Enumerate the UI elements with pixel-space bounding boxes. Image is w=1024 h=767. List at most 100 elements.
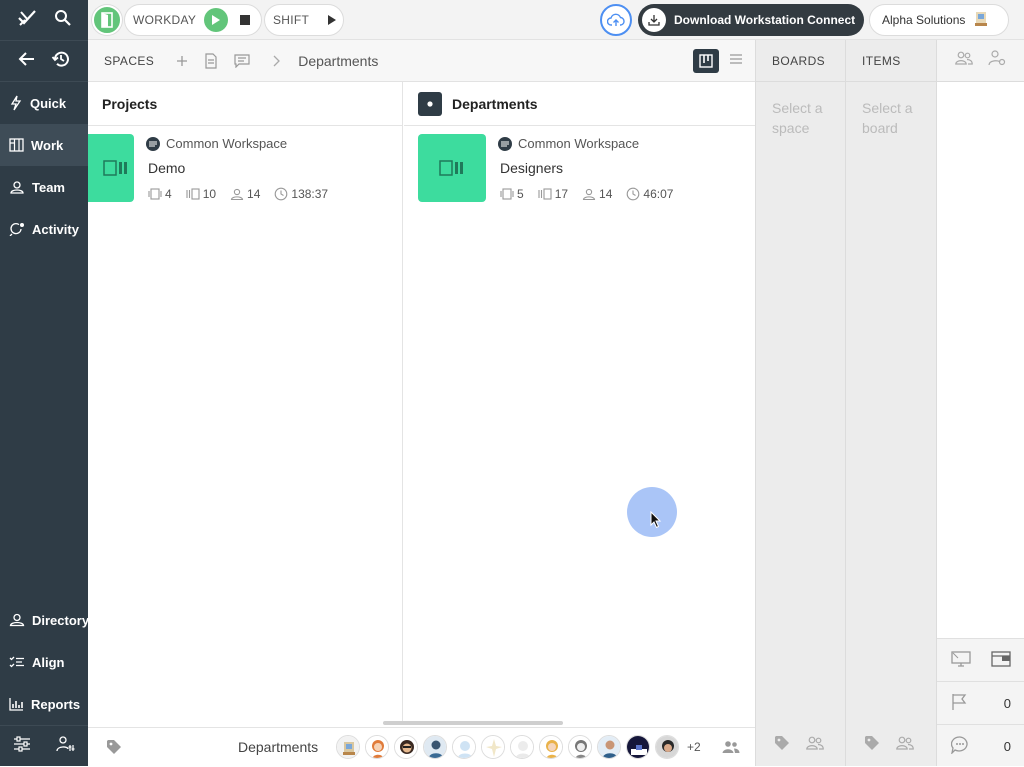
sidebar-item-reports[interactable]: Reports xyxy=(0,683,88,725)
tag-icon[interactable] xyxy=(106,739,122,755)
sidebar-item-label: Activity xyxy=(32,221,79,237)
space-card[interactable]: Common Workspace Demo 4 10 14 138:37 xyxy=(88,126,402,202)
stat-value: 17 xyxy=(554,187,569,201)
sidebar-item-team[interactable]: Team xyxy=(0,166,88,208)
clock-icon xyxy=(275,187,288,201)
right-panel: 0 0 xyxy=(936,40,1024,766)
avatar[interactable] xyxy=(597,735,621,759)
document-icon[interactable] xyxy=(204,52,218,69)
members-icon[interactable] xyxy=(896,736,914,755)
horizontal-scrollbar[interactable] xyxy=(383,721,563,725)
cloud-upload-icon xyxy=(607,13,625,26)
workday-label: WORKDAY xyxy=(133,13,197,27)
member-avatars[interactable] xyxy=(336,735,679,759)
space-name: Designers xyxy=(500,160,564,176)
kanban-icon xyxy=(699,54,713,68)
assign-user-icon[interactable] xyxy=(954,51,973,70)
comments-row[interactable]: 0 xyxy=(937,724,1024,767)
stat-members: 14 xyxy=(230,187,260,201)
user-settings-icon[interactable] xyxy=(988,50,1006,71)
avatar[interactable] xyxy=(539,735,563,759)
space-stats: 4 10 14 138:37 xyxy=(148,187,328,201)
sidebar-item-label: Team xyxy=(32,179,65,195)
shift-label: SHIFT xyxy=(273,13,310,27)
comment-count: 0 xyxy=(1003,738,1011,754)
avatar[interactable] xyxy=(394,735,418,759)
tag-icon[interactable] xyxy=(774,735,790,756)
board-view-button[interactable] xyxy=(693,49,719,73)
download-icon xyxy=(642,8,666,32)
cloud-sync-button[interactable] xyxy=(600,4,632,36)
members-icon[interactable] xyxy=(806,736,824,755)
avatar[interactable] xyxy=(423,735,447,759)
column-title: Projects xyxy=(102,95,158,112)
space-thumbnail xyxy=(88,134,134,202)
window-icon[interactable] xyxy=(991,650,1011,670)
clock-icon xyxy=(627,187,640,201)
list-view-icon[interactable] xyxy=(729,53,743,68)
workspace-name: Common Workspace xyxy=(518,136,640,151)
items-icon xyxy=(186,188,200,200)
history-icon[interactable] xyxy=(51,49,71,74)
sidebar-item-directory[interactable]: Directory xyxy=(0,599,89,641)
sidebar-top xyxy=(0,0,88,40)
sidebar-item-work[interactable]: Work xyxy=(0,124,88,166)
door-icon xyxy=(101,12,113,28)
sliders-icon[interactable] xyxy=(12,735,32,758)
bolt-icon xyxy=(10,95,22,111)
avatar[interactable] xyxy=(655,735,679,759)
directory-icon xyxy=(9,613,25,627)
mouse-cursor-icon xyxy=(650,511,662,529)
shift-play-button[interactable] xyxy=(327,14,337,26)
download-workstation-connect-button[interactable]: Download Workstation Connect xyxy=(638,4,864,36)
sidebar-item-quick[interactable]: Quick xyxy=(0,82,88,124)
comment-icon xyxy=(950,735,969,757)
organization-switcher[interactable]: Alpha Solutions xyxy=(869,4,1009,36)
avatar[interactable] xyxy=(365,735,389,759)
stop-icon xyxy=(240,15,251,25)
comment-icon[interactable] xyxy=(234,53,250,68)
more-members-count[interactable]: +2 xyxy=(687,740,701,754)
stat-time: 46:07 xyxy=(626,187,673,201)
workspace-icon xyxy=(146,136,160,151)
shift-control: SHIFT xyxy=(264,4,344,36)
spaces-label: SPACES xyxy=(104,53,155,68)
members-icon[interactable] xyxy=(722,740,740,754)
flags-row[interactable]: 0 xyxy=(937,681,1024,724)
space-name: Demo xyxy=(148,160,186,176)
member-icon xyxy=(230,188,244,200)
avatar[interactable] xyxy=(452,735,476,759)
sidebar-item-align[interactable]: Align xyxy=(0,641,88,683)
space-card[interactable]: Common Workspace Designers 5 17 14 46:07 xyxy=(404,126,755,202)
add-space-icon[interactable] xyxy=(176,55,188,67)
tag-icon[interactable] xyxy=(864,735,880,756)
sidebar-item-label: Work xyxy=(31,137,64,153)
reports-icon xyxy=(9,698,23,711)
user-settings-icon[interactable] xyxy=(56,735,76,758)
avatar[interactable] xyxy=(568,735,592,759)
right-panel-content xyxy=(937,82,1024,638)
projects-column: Projects Common Workspace Demo 4 10 14 1… xyxy=(88,82,403,722)
avatar[interactable] xyxy=(626,735,650,759)
align-icon xyxy=(9,656,24,668)
sidebar-item-label: Reports xyxy=(31,696,81,712)
board-icon xyxy=(9,138,24,152)
avatar[interactable] xyxy=(336,735,360,759)
workstation-door-button[interactable] xyxy=(92,5,122,35)
sidebar-bottom-nav: Directory Align Reports xyxy=(0,599,89,725)
download-label: Download Workstation Connect xyxy=(674,13,856,27)
stat-time: 138:37 xyxy=(274,187,328,201)
avatar[interactable] xyxy=(481,735,505,759)
sidebar-item-activity[interactable]: Activity xyxy=(0,208,88,250)
workday-stop-button[interactable] xyxy=(240,15,251,25)
monitor-icon[interactable] xyxy=(951,650,971,670)
search-icon[interactable] xyxy=(54,9,72,32)
boards-placeholder: Select a space xyxy=(772,100,823,136)
back-arrow-icon[interactable] xyxy=(18,51,36,72)
workday-play-button[interactable] xyxy=(204,8,229,32)
breadcrumb[interactable]: Departments xyxy=(298,53,378,69)
logo-icon[interactable] xyxy=(17,9,37,32)
avatar[interactable] xyxy=(510,735,534,759)
sidebar-footer xyxy=(0,725,88,766)
boards-icon xyxy=(500,188,514,200)
